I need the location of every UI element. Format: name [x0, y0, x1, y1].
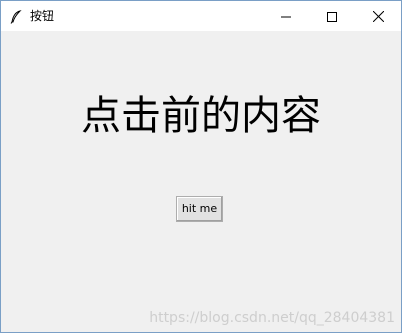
window-title: 按钮: [30, 9, 55, 23]
maximize-button[interactable]: [309, 1, 355, 31]
hit-me-button[interactable]: hit me: [176, 196, 223, 222]
maximize-icon: [327, 7, 337, 26]
window-client-area: 点击前的内容 hit me: [1, 31, 401, 332]
close-icon: [372, 7, 384, 26]
content-label: 点击前的内容: [81, 93, 321, 139]
title-bar[interactable]: 按钮: [1, 1, 401, 31]
feather-icon: [10, 9, 22, 24]
watermark-text: https://blog.csdn.net/qq_28404381: [149, 310, 395, 326]
app-window: 按钮 点击前的内容 hit me https://blog.csdn.net/q…: [0, 0, 402, 333]
close-button[interactable]: [355, 1, 401, 31]
minimize-icon: [281, 7, 291, 26]
minimize-button[interactable]: [263, 1, 309, 31]
